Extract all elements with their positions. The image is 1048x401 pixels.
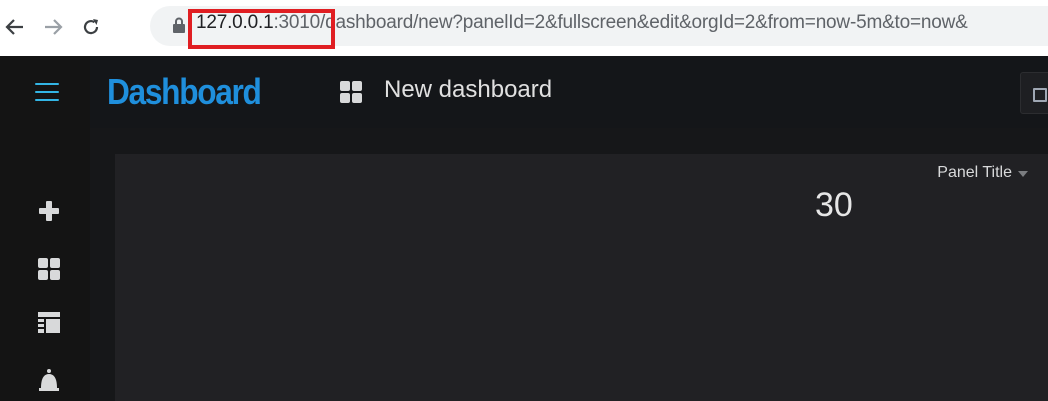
explore-icon[interactable] bbox=[36, 310, 62, 336]
dashboard-grid-icon bbox=[339, 80, 363, 104]
browser-toolbar: 127.0.0.1:3010/dashboard/new?panelId=2&f… bbox=[0, 0, 1048, 56]
hamburger-menu-icon[interactable] bbox=[35, 83, 59, 101]
panel-title[interactable]: Panel Title bbox=[937, 164, 1012, 182]
forward-arrow-icon[interactable] bbox=[42, 15, 64, 39]
single-stat-value: 30 bbox=[815, 186, 853, 224]
grafana-app: Dashboard New dashboard Panel Title 30 bbox=[0, 56, 1048, 401]
panel-header[interactable]: Panel Title bbox=[937, 164, 1028, 182]
dashboard-title[interactable]: New dashboard bbox=[384, 76, 552, 104]
panel: Panel Title bbox=[115, 154, 1048, 401]
lock-icon bbox=[172, 17, 186, 33]
caret-down-icon[interactable] bbox=[1018, 171, 1028, 177]
back-arrow-icon[interactable] bbox=[4, 15, 26, 39]
url-path: dashboard/new?panelId=2&fullscreen&edit&… bbox=[325, 12, 968, 33]
side-menu bbox=[0, 56, 90, 401]
red-highlight-annotation bbox=[188, 9, 335, 49]
bell-icon[interactable] bbox=[36, 368, 62, 394]
save-icon[interactable] bbox=[1020, 72, 1048, 114]
dashboards-icon[interactable] bbox=[36, 256, 62, 282]
brand-logo-text: Dashboard bbox=[107, 71, 262, 112]
plus-icon[interactable] bbox=[36, 198, 62, 224]
reload-icon[interactable] bbox=[80, 15, 102, 39]
